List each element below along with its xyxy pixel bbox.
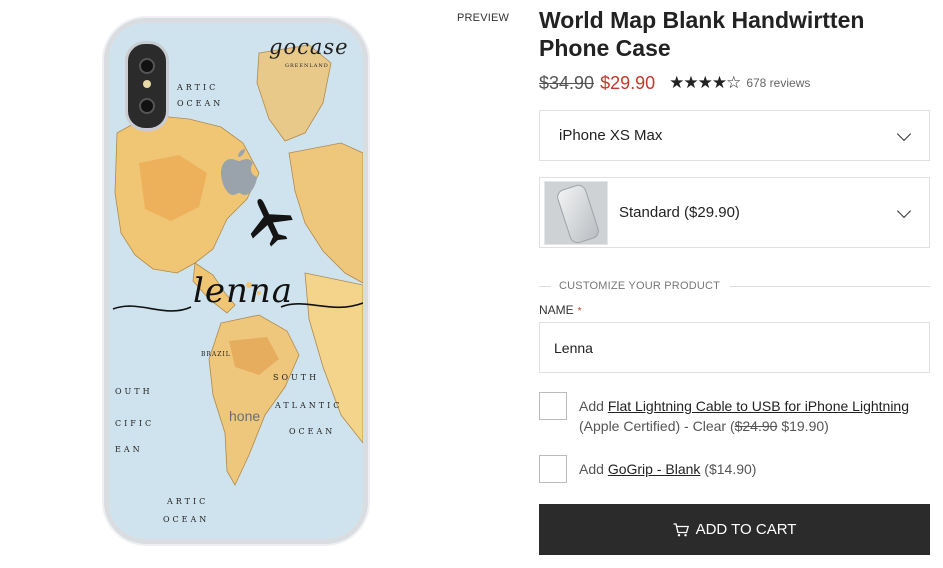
add-to-cart-label: ADD TO CART xyxy=(695,521,797,538)
map-label: ATLANTIC xyxy=(275,401,343,410)
product-title: World Map Blank Handwirtten Phone Case xyxy=(539,7,865,61)
map-label: EAN xyxy=(115,445,143,454)
addon-cable-checkbox[interactable] xyxy=(539,392,567,420)
map-label: BRAZIL xyxy=(201,351,231,358)
addon-cable-old-price: $24.90 xyxy=(734,418,778,434)
case-style-value: Standard ($29.90) xyxy=(619,204,740,221)
reviews-link[interactable]: 678 reviews xyxy=(746,76,810,90)
apple-logo-icon xyxy=(221,149,257,195)
product-image[interactable]: gocase lenna hone ARTIC OCEAN SOUTH ATLA… xyxy=(104,18,368,544)
case-style-select[interactable]: Standard ($29.90) xyxy=(539,177,930,248)
custom-name-signature: lenna xyxy=(193,271,294,311)
phone-case-preview: gocase lenna hone ARTIC OCEAN SOUTH ATLA… xyxy=(104,18,368,544)
case-style-thumbnail xyxy=(544,180,608,245)
gocase-logo: gocase xyxy=(269,35,349,59)
required-marker: * xyxy=(577,306,582,317)
sale-price: $29.90 xyxy=(600,72,656,93)
addon-cable-link[interactable]: Flat Lightning Cable to USB for iPhone L… xyxy=(608,398,909,414)
map-label: OCEAN xyxy=(163,515,210,524)
addon-cable-detail: (Apple Certified) - Clear ( xyxy=(579,418,735,434)
name-field-label: NAME * xyxy=(539,303,582,317)
addon-lightning-cable: Add Flat Lightning Cable to USB for iPho… xyxy=(539,392,930,436)
map-label: OCEAN xyxy=(289,427,336,436)
map-label: OUTH xyxy=(115,387,153,396)
map-label: SOUTH xyxy=(273,373,320,382)
customize-section-heading: CUSTOMIZE YOUR PRODUCT xyxy=(539,279,930,293)
phone-wordmark: hone xyxy=(229,408,261,424)
addon-cable-new-price: $19.90) xyxy=(777,418,829,434)
addon-gogrip-link[interactable]: GoGrip - Blank xyxy=(608,461,701,477)
phone-model-select[interactable]: iPhone XS Max xyxy=(539,110,930,161)
map-label: ARTIC xyxy=(167,497,209,506)
chevron-down-icon xyxy=(896,203,912,218)
original-price: $34.90 xyxy=(539,72,595,93)
addon-gogrip-checkbox[interactable] xyxy=(539,455,567,483)
chevron-down-icon xyxy=(896,126,912,141)
addon-prefix: Add xyxy=(579,398,604,414)
customize-heading-text: CUSTOMIZE YOUR PRODUCT xyxy=(559,280,721,292)
cart-icon xyxy=(673,522,689,536)
addon-gogrip-price: ($14.90) xyxy=(700,461,757,477)
name-input[interactable] xyxy=(539,322,930,373)
map-label: GREENLAND xyxy=(285,63,329,69)
addon-gogrip-text: Add GoGrip - Blank ($14.90) xyxy=(579,455,756,483)
phone-model-value: iPhone XS Max xyxy=(559,127,663,144)
addon-prefix: Add xyxy=(579,461,604,477)
map-label: OCEAN xyxy=(177,99,224,108)
add-to-cart-button[interactable]: ADD TO CART xyxy=(539,504,930,555)
camera-module-illustration xyxy=(125,41,169,131)
name-label-text: NAME xyxy=(539,303,574,317)
addon-cable-text: Add Flat Lightning Cable to USB for iPho… xyxy=(579,392,909,436)
star-rating-icon: ★★★★☆ xyxy=(669,73,741,92)
map-label: ARTIC xyxy=(177,83,219,92)
addon-gogrip: Add GoGrip - Blank ($14.90) xyxy=(539,455,930,483)
map-label: CIFIC xyxy=(115,419,155,428)
price-row: $34.90 $29.90 ★★★★☆ 678 reviews xyxy=(539,72,810,94)
preview-label: PREVIEW xyxy=(457,12,510,24)
